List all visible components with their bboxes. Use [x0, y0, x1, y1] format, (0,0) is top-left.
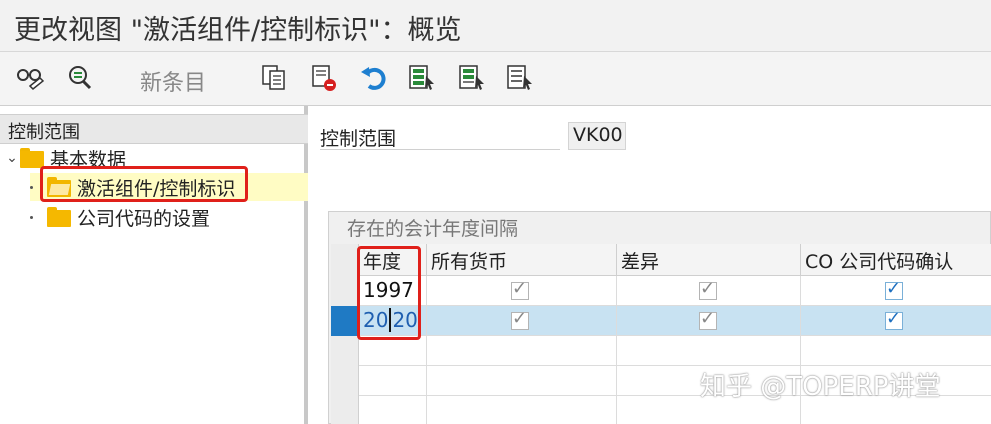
navigation-panel: 控制范围 ⌄ 基本数据 激活组件/控制标识 公司代码的设置 [0, 106, 308, 424]
table-cell-co-confirm: ✓ [801, 276, 991, 306]
table-cell-empty [427, 396, 617, 424]
table-cell-empty [617, 336, 801, 366]
table-cell-empty[interactable] [359, 336, 427, 366]
select-all-icon[interactable] [406, 62, 438, 94]
checkbox-co-confirm[interactable]: ✓ [885, 278, 903, 300]
checkbox-variances[interactable]: ✓ [699, 278, 717, 300]
table-cell-empty [427, 336, 617, 366]
controlling-area-label: 控制范围 [320, 122, 560, 150]
column-header-all-currencies[interactable]: 所有货币 [427, 244, 617, 276]
table-cell-variances: ✓ [617, 306, 801, 336]
delete-icon[interactable] [308, 62, 340, 94]
title-bar: 更改视图 "激活组件/控制标识"：概览 [0, 0, 991, 52]
watermark: 知乎 @TOPERP讲堂 [700, 372, 941, 402]
table-title: 存在的会计年度间隔 [347, 218, 519, 240]
new-entries-button[interactable]: 新条目 [140, 65, 206, 97]
find-icon[interactable] [64, 62, 96, 94]
table-cell-empty [801, 336, 991, 366]
column-header-variances[interactable]: 差异 [617, 244, 801, 276]
checkbox-co-confirm[interactable]: ✓ [885, 308, 903, 330]
table-cell-empty[interactable] [359, 396, 427, 424]
table-cell-all-currencies: ✓ [427, 276, 617, 306]
checkbox-all-currencies[interactable]: ✓ [511, 278, 529, 300]
row-selector[interactable] [331, 306, 359, 336]
copy-as-icon[interactable] [258, 62, 290, 94]
table-cell-empty [427, 366, 617, 396]
table-cell-all-currencies: ✓ [427, 306, 617, 336]
glasses-edit-icon[interactable] [14, 62, 46, 94]
folder-icon [47, 207, 71, 227]
annotation-box [40, 166, 248, 202]
tree-bullet [30, 185, 33, 189]
navigation-header: 控制范围 [0, 114, 308, 144]
chevron-down-icon[interactable]: ⌄ [4, 150, 20, 166]
checkbox-variances[interactable]: ✓ [699, 308, 717, 330]
deselect-all-icon[interactable] [504, 62, 536, 94]
application-toolbar: 新条目 [0, 52, 991, 106]
folder-icon [20, 148, 44, 168]
select-block-icon[interactable] [456, 62, 488, 94]
undo-icon[interactable] [358, 62, 390, 94]
table-cell-variances: ✓ [617, 276, 801, 306]
controlling-area-field[interactable]: VK00 [568, 122, 626, 150]
tree-node-label: 公司代码的设置 [77, 207, 211, 230]
tree-node-company-code-settings[interactable]: 公司代码的设置 [30, 203, 210, 231]
table-cell-empty[interactable] [359, 366, 427, 396]
column-header-co-confirm[interactable]: CO 公司代码确认 [801, 244, 991, 276]
tree-bullet [30, 215, 33, 219]
annotation-box [357, 246, 421, 340]
window-title: 更改视图 "激活组件/控制标识"：概览 [14, 15, 462, 46]
checkbox-all-currencies[interactable]: ✓ [511, 308, 529, 330]
table-cell-co-confirm: ✓ [801, 306, 991, 336]
